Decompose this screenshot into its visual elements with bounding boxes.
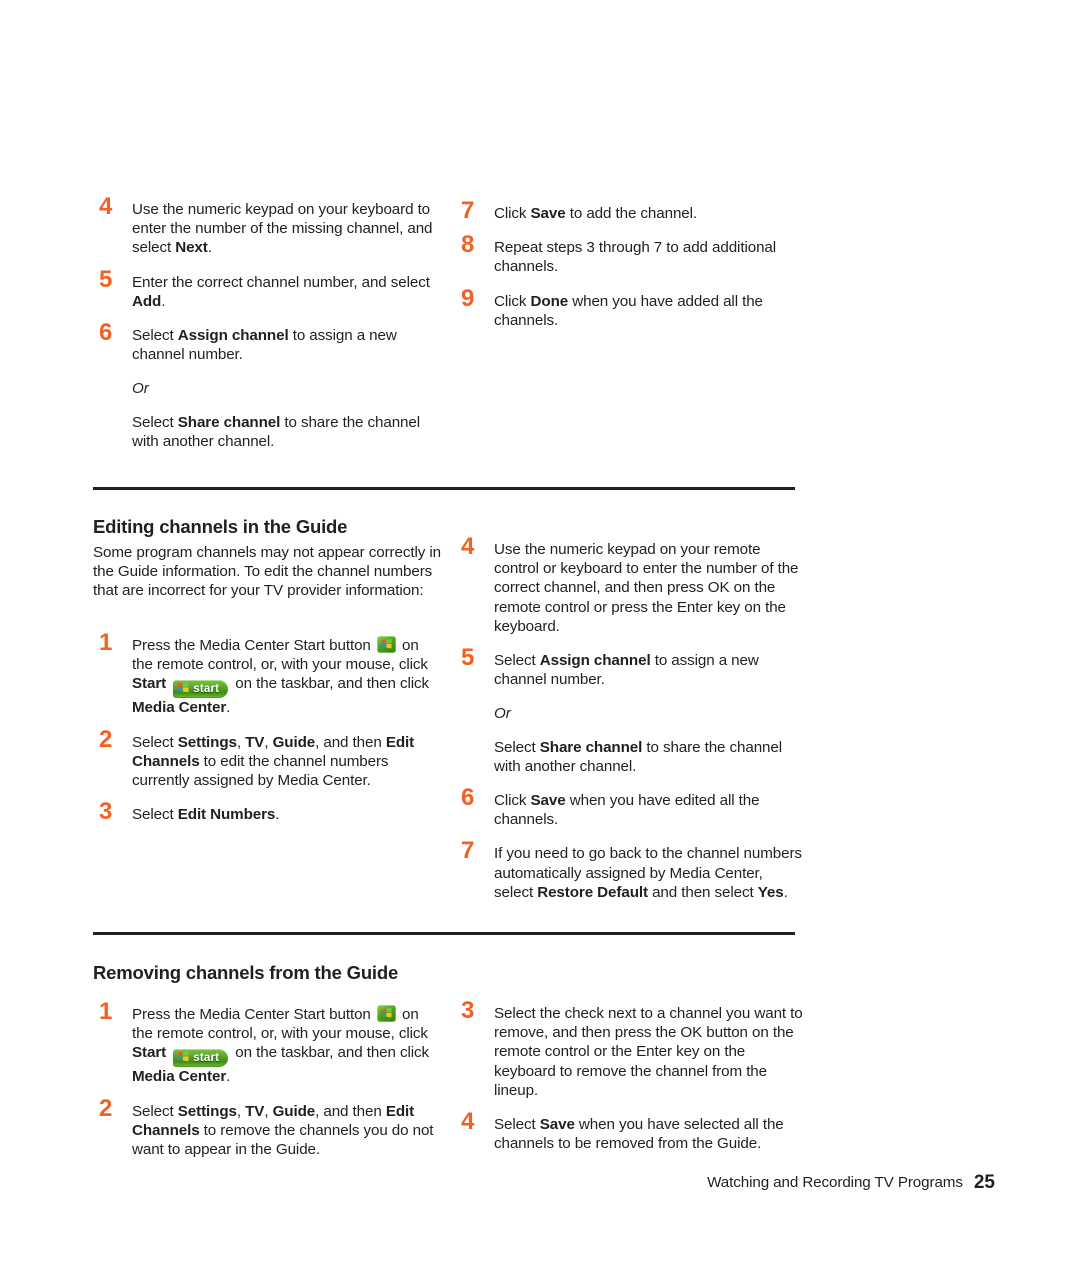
page-number: 25 — [973, 1172, 995, 1193]
or-label: Or — [494, 705, 511, 723]
step-item: 5 Enter the correct channel number, and s… — [93, 267, 441, 311]
step-item: 9 Click Done when you have added all the … — [455, 286, 803, 330]
step-number: 5 — [461, 644, 475, 672]
top-right-step-list: 7 Click Save to add the channel. 8 Repeat s… — [455, 199, 803, 330]
share-channel-text: Select Share channel to share the channe… — [494, 738, 783, 775]
step-text: Select Save when you have selected all t… — [494, 1116, 784, 1153]
section-divider-2 — [93, 932, 795, 935]
step-text: Press the Media Center Start button on t… — [132, 1005, 430, 1086]
step-text: Click Done when you have added all the c… — [494, 292, 763, 329]
step-item: 1 Press the Media Center Start button on … — [93, 1000, 441, 1087]
step-text: Click Save to add the channel. — [494, 205, 698, 222]
step-number: 4 — [461, 1108, 475, 1136]
step-number: 9 — [461, 284, 475, 312]
step-text: If you need to go back to the channel nu… — [494, 845, 802, 901]
step-text: Select the check next to a channel you w… — [494, 1005, 803, 1099]
footer-section-name: Watching and Recording TV Programs — [707, 1174, 963, 1191]
step-text: Press the Media Center Start button on t… — [132, 636, 430, 717]
step-number: 1 — [99, 998, 113, 1025]
step-number: 6 — [461, 784, 475, 812]
editing-section-intro: Some program channels may not appear cor… — [93, 544, 441, 600]
share-channel-text: Select Share channel to share the channe… — [132, 413, 421, 450]
step-text: Select Settings, TV, Guide, and then Edi… — [132, 1102, 434, 1159]
windows-start-button-icon[interactable]: start — [173, 680, 229, 699]
step-item: 6 Select Assign channel to assign a new c… — [93, 321, 441, 364]
editing-section-title: Editing channels in the Guide — [93, 516, 348, 537]
media-center-start-icon[interactable] — [376, 636, 396, 653]
step-text: Click Save when you have edited all the … — [494, 792, 760, 829]
step-item: 2 Select Settings, TV, Guide, and then Ed… — [93, 1096, 441, 1160]
or-label: Or — [132, 380, 149, 398]
step-number: 4 — [99, 193, 113, 220]
step-number: 7 — [461, 837, 475, 865]
step-item: 3 Select the check next to a channel you … — [455, 999, 803, 1100]
step-number: 4 — [461, 533, 475, 560]
step-text: Select Assign channel to assign a new ch… — [494, 652, 759, 689]
step-number: 7 — [461, 197, 475, 224]
step-item: 4 Select Save when you have selected all … — [455, 1110, 803, 1153]
step-text: Use the numeric keypad on your keyboard … — [132, 201, 433, 257]
step-item: 8 Repeat steps 3 through 7 to add additio… — [455, 233, 803, 276]
step-number: 2 — [99, 1094, 113, 1122]
top-left-step-list: 4 Use the numeric keypad on your keyboard… — [93, 195, 441, 466]
step-item: 4 Use the numeric keypad on your keyboard… — [93, 195, 441, 258]
step-text: Select Assign channel to assign a new ch… — [132, 327, 397, 364]
step-number: 3 — [99, 798, 113, 826]
step-number: 2 — [99, 725, 113, 753]
editing-right-step-list: 4 Use the numeric keypad on your remote c… — [455, 535, 803, 902]
step-item: 7 If you need to go back to the channel n… — [455, 839, 803, 902]
step-number: 5 — [99, 265, 113, 293]
step-text: Select Edit Numbers. — [132, 806, 280, 824]
step-number: 3 — [461, 997, 475, 1024]
removing-left-step-list: 1 Press the Media Center Start button on … — [93, 1000, 441, 1160]
step-text: Use the numeric keypad on your remote co… — [494, 541, 799, 635]
editing-left-step-list: 1 Press the Media Center Start button on … — [93, 631, 441, 824]
start-button-label: start — [193, 1052, 220, 1065]
step-item: 2 Select Settings, TV, Guide, and then Ed… — [93, 727, 441, 791]
step-item: 6 Click Save when you have edited all the… — [455, 786, 803, 829]
step-item: 1 Press the Media Center Start button on … — [93, 631, 441, 718]
start-button-label: start — [193, 683, 220, 696]
section-divider-1 — [93, 487, 795, 490]
manual-page: 4 Use the numeric keypad on your keyboard… — [0, 0, 1080, 1270]
page-footer: Watching and Recording TV Programs 25 — [0, 1172, 995, 1194]
step-number: 1 — [99, 629, 113, 656]
windows-start-button-icon[interactable]: start — [173, 1049, 229, 1068]
step-text: Repeat steps 3 through 7 to add addition… — [494, 239, 777, 276]
step-item: 4 Use the numeric keypad on your remote c… — [455, 535, 803, 636]
step-text: Select Settings, TV, Guide, and then Edi… — [132, 733, 415, 790]
removing-right-step-list: 3 Select the check next to a channel you … — [455, 999, 803, 1153]
step-text: Enter the correct channel number, and se… — [132, 273, 430, 310]
step-item: 7 Click Save to add the channel. — [455, 199, 803, 223]
step-item: 3 Select Edit Numbers. — [93, 800, 441, 824]
step-number: 8 — [461, 231, 475, 259]
removing-section-title: Removing channels from the Guide — [93, 962, 399, 983]
step-number: 6 — [99, 319, 113, 347]
step-item: 5 Select Assign channel to assign a new c… — [455, 646, 803, 689]
media-center-start-icon[interactable] — [376, 1005, 396, 1022]
